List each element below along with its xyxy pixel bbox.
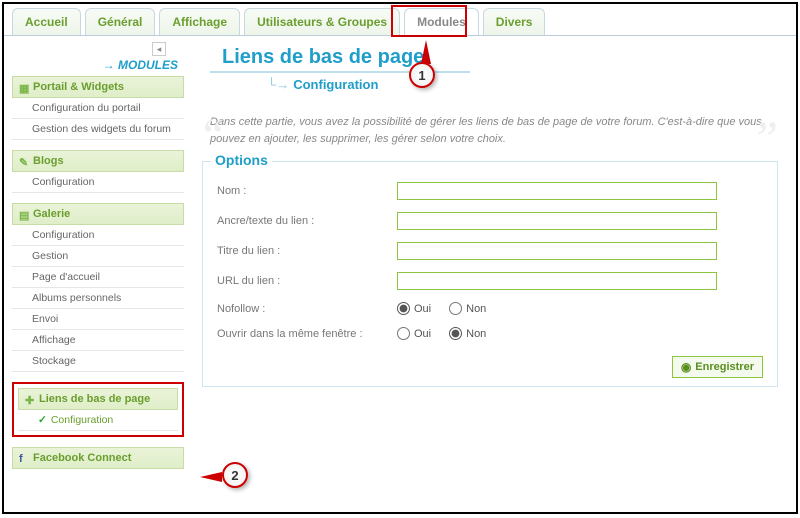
sidebar-group-portail: ▦ Portail & Widgets Configuration du port…	[12, 76, 184, 140]
collapse-icon[interactable]: ◂	[152, 42, 166, 56]
input-ancre[interactable]	[397, 212, 717, 230]
tab-accueil[interactable]: Accueil	[12, 8, 81, 35]
sidebar-item-blogs-config[interactable]: Configuration	[12, 172, 184, 193]
check-circle-icon: ◉	[681, 360, 691, 374]
radio-samewin-non[interactable]: Non	[449, 327, 486, 340]
portal-icon: ▦	[19, 82, 29, 92]
sidebar-item-portail-widgets[interactable]: Gestion des widgets du forum	[12, 119, 184, 140]
check-icon: ✓	[38, 414, 47, 426]
sidebar-group-fb: f Facebook Connect	[12, 447, 184, 469]
input-titre[interactable]	[397, 242, 717, 260]
radio-samewin-oui[interactable]: Oui	[397, 327, 431, 340]
save-button-label: Enregistrer	[695, 361, 754, 373]
label-titre: Titre du lien :	[217, 245, 397, 257]
radio-non-label: Non	[466, 303, 486, 315]
radio-nofollow-oui[interactable]: Oui	[397, 302, 431, 315]
sidebar-title-blogs[interactable]: ✎ Blogs	[12, 150, 184, 172]
page-title: Liens de bas de page	[222, 46, 778, 69]
page-description: “ Dans cette partie, vous avez la possib…	[210, 114, 772, 147]
sidebar-title-galerie[interactable]: ▤ Galerie	[12, 203, 184, 225]
page-subtitle: └→ Configuration	[267, 77, 778, 92]
top-tabs: Accueil Général Affichage Utilisateurs &…	[4, 4, 796, 36]
tab-modules[interactable]: Modules	[404, 8, 479, 35]
radio-nofollow-non[interactable]: Non	[449, 302, 486, 315]
title-underline	[210, 71, 470, 73]
input-url[interactable]	[397, 272, 717, 290]
sidebar-title-portail[interactable]: ▦ Portail & Widgets	[12, 76, 184, 98]
radio-samewin: Oui Non	[397, 327, 486, 340]
arrow-icon: └→	[267, 77, 289, 92]
sidebar-title-liens[interactable]: ✚ Liens de bas de page	[18, 388, 178, 410]
sidebar-item-galerie-envoi[interactable]: Envoi	[12, 309, 184, 330]
sidebar-header: MODULES	[12, 58, 184, 72]
radio-non-label2: Non	[466, 328, 486, 340]
sidebar-item-liens-config[interactable]: ✓ Configuration	[18, 410, 178, 431]
sidebar-item-liens-config-label: Configuration	[51, 414, 113, 426]
sidebar-item-galerie-accueil[interactable]: Page d'accueil	[12, 267, 184, 288]
tab-affichage[interactable]: Affichage	[159, 8, 240, 35]
sidebar-title-liens-label: Liens de bas de page	[39, 393, 150, 405]
label-ancre: Ancre/texte du lien :	[217, 215, 397, 227]
sidebar-item-galerie-affichage[interactable]: Affichage	[12, 330, 184, 351]
sidebar-group-galerie: ▤ Galerie Configuration Gestion Page d'ac…	[12, 203, 184, 372]
sidebar-item-galerie-albums[interactable]: Albums personnels	[12, 288, 184, 309]
sidebar-item-galerie-config[interactable]: Configuration	[12, 225, 184, 246]
sidebar-item-galerie-stockage[interactable]: Stockage	[12, 351, 184, 372]
sidebar: ◂ MODULES ▦ Portail & Widgets Configurati…	[4, 36, 184, 510]
sidebar-title-fb[interactable]: f Facebook Connect	[12, 447, 184, 469]
radio-oui-label2: Oui	[414, 328, 431, 340]
sidebar-title-blogs-label: Blogs	[33, 155, 64, 167]
tab-users[interactable]: Utilisateurs & Groupes	[244, 8, 400, 35]
sidebar-title-portail-label: Portail & Widgets	[33, 81, 124, 93]
sidebar-group-liens: ✚ Liens de bas de page ✓ Configuration	[12, 382, 184, 437]
sidebar-title-galerie-label: Galerie	[33, 208, 70, 220]
sidebar-group-blogs: ✎ Blogs Configuration	[12, 150, 184, 193]
label-nofollow: Nofollow :	[217, 303, 397, 315]
tab-divers[interactable]: Divers	[483, 8, 546, 35]
options-panel: Options Nom : Ancre/texte du lien : Titr…	[202, 161, 778, 387]
main-content: Liens de bas de page └→ Configuration “ D…	[184, 36, 796, 510]
label-url: URL du lien :	[217, 275, 397, 287]
link-icon: ✚	[25, 394, 35, 404]
sidebar-title-fb-label: Facebook Connect	[33, 452, 131, 464]
options-title: Options	[211, 152, 272, 168]
blog-icon: ✎	[19, 156, 29, 166]
facebook-icon: f	[19, 453, 29, 463]
input-nom[interactable]	[397, 182, 717, 200]
page-subtitle-text: Configuration	[293, 77, 378, 92]
radio-oui-label: Oui	[414, 303, 431, 315]
sidebar-item-galerie-gestion[interactable]: Gestion	[12, 246, 184, 267]
page-description-text: Dans cette partie, vous avez la possibil…	[210, 116, 762, 145]
save-button[interactable]: ◉ Enregistrer	[672, 356, 763, 378]
label-samewin: Ouvrir dans la même fenêtre :	[217, 328, 397, 340]
sidebar-item-portail-config[interactable]: Configuration du portail	[12, 98, 184, 119]
label-nom: Nom :	[217, 185, 397, 197]
gallery-icon: ▤	[19, 209, 29, 219]
tab-general[interactable]: Général	[85, 8, 156, 35]
radio-nofollow: Oui Non	[397, 302, 486, 315]
